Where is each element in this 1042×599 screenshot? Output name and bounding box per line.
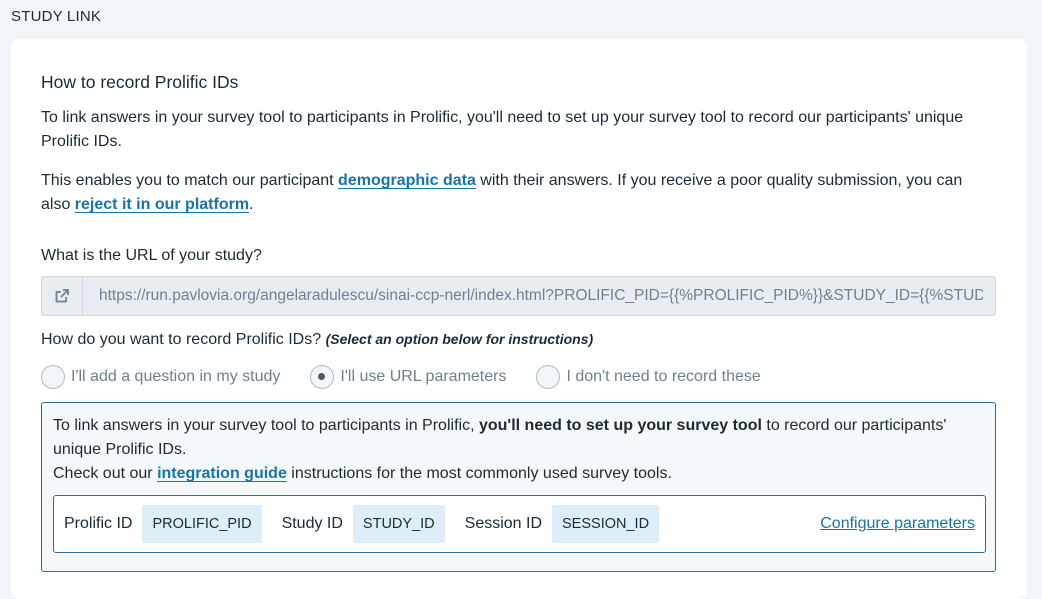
external-link-icon[interactable] [42,277,83,315]
study-url-value: https://run.pavlovia.org/angelaradulescu… [99,287,983,304]
parameters-row: Prolific ID PROLIFIC_PID Study ID STUDY_… [53,495,986,553]
prolific-id-label: Prolific ID [64,515,133,532]
info-t1: To link answers in your survey tool to p… [53,417,479,434]
study-url-field[interactable]: https://run.pavlovia.org/angelaradulescu… [41,276,996,316]
radio-label: I'll use URL parameters [340,368,507,385]
p2-suffix: . [249,196,254,213]
study-id-chip: STUDY_ID [352,505,445,543]
info-t1-bold: you'll need to set up your survey tool [478,417,762,434]
record-question-text: How do you want to record Prolific IDs? [41,331,322,348]
info-text: To link answers in your survey tool to p… [53,414,983,486]
radio-circle[interactable] [41,365,65,389]
radio-label: I'll add a question in my study [71,368,281,385]
study-id-label: Study ID [281,515,343,532]
info-t2-prefix: Check out our [53,465,158,482]
radio-url-parameters[interactable]: I'll use URL parameters [310,365,506,389]
session-id-label: Session ID [464,515,543,532]
p2-prefix: This enables you to match our participan… [41,172,339,189]
info-t2-suffix: instructions for the most commonly used … [286,465,672,482]
demographic-data-link[interactable]: demographic data [338,172,476,189]
reject-platform-link[interactable]: reject it in our platform [75,196,249,213]
record-options: I'll add a question in my study I'll use… [41,365,791,389]
url-label: What is the URL of your study? [41,247,262,264]
session-id-chip: SESSION_ID [552,505,660,543]
prolific-id-chip: PROLIFIC_PID [142,505,262,543]
card-heading: How to record Prolific IDs [41,72,239,92]
section-title: STUDY LINK [11,8,102,25]
radio-circle[interactable] [536,365,561,389]
url-parameters-info-box: To link answers in your survey tool to p… [41,402,996,572]
integration-guide-link[interactable]: integration guide [157,465,287,482]
record-question-hint: (Select an option below for instructions… [325,331,594,347]
radio-label: I don't need to record these [566,368,761,385]
configure-parameters-link[interactable]: Configure parameters [820,515,975,533]
record-question: How do you want to record Prolific IDs? … [41,331,593,349]
intro-paragraph: To link answers in your survey tool to p… [41,109,964,150]
radio-no-record[interactable]: I don't need to record these [536,365,761,389]
study-link-card: How to record Prolific IDs To link answe… [11,39,1027,599]
demographic-paragraph: This enables you to match our participan… [41,169,996,217]
radio-circle-selected[interactable] [310,365,335,389]
radio-add-question[interactable]: I'll add a question in my study [41,365,280,389]
